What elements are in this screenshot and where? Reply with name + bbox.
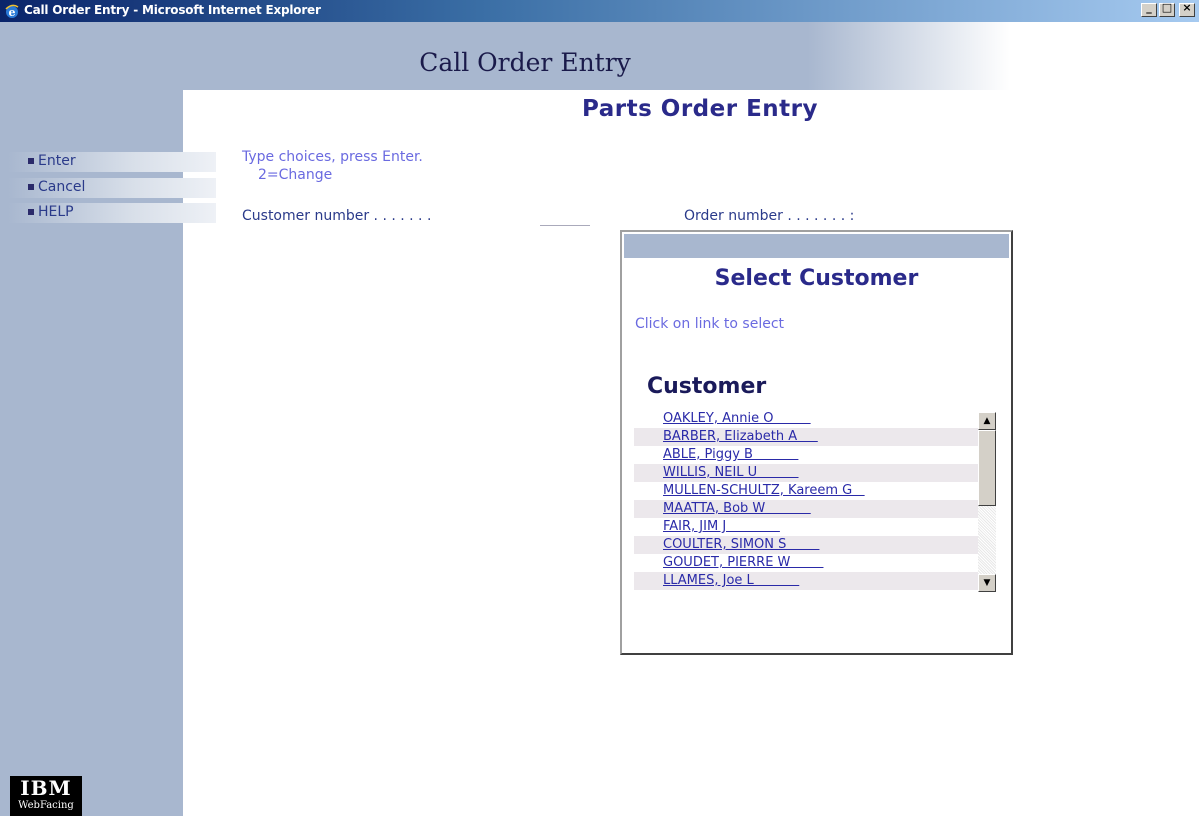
popup-title: Select Customer — [714, 266, 919, 291]
list-item: BARBER, Elizabeth A — [634, 428, 978, 446]
instruction-text: Type choices, press Enter. — [242, 149, 423, 165]
minimize-icon: _ — [1146, 1, 1152, 14]
popup-instruction: Click on link to select — [635, 316, 785, 332]
bullet-icon — [28, 209, 34, 215]
window-title-bar[interactable]: e Call Order Entry - Microsoft Internet … — [0, 0, 1199, 22]
customer-link[interactable]: OAKLEY, Annie O — [663, 411, 811, 426]
list-item: LLAMES, Joe L — [634, 572, 978, 590]
window-title: Call Order Entry - Microsoft Internet Ex… — [24, 3, 321, 17]
customer-list: OAKLEY, Annie O BARBER, Elizabeth A ABLE… — [634, 410, 978, 590]
scroll-up-button[interactable]: ▲ — [978, 412, 996, 430]
scroll-up-icon: ▲ — [983, 416, 991, 426]
logo-brand: IBM — [10, 776, 82, 800]
customer-link[interactable]: COULTER, SIMON S — [663, 537, 819, 552]
minimize-button[interactable]: _ — [1141, 1, 1157, 17]
scroll-thumb[interactable] — [978, 430, 996, 506]
select-customer-popup: Select Customer Click on link to select … — [620, 230, 1013, 655]
help-command[interactable]: HELP — [8, 203, 216, 223]
close-button[interactable]: × — [1179, 1, 1195, 17]
customer-link[interactable]: MAATTA, Bob W — [663, 501, 811, 516]
enter-command-label: Enter — [38, 153, 76, 169]
customer-link[interactable]: MULLEN-SCHULTZ, Kareem G — [663, 483, 865, 498]
sidebar — [0, 22, 183, 816]
list-item: WILLIS, NEIL U — [634, 464, 978, 482]
customer-link[interactable]: GOUDET, PIERRE W — [663, 555, 823, 570]
customer-link[interactable]: LLAMES, Joe L — [663, 573, 799, 588]
list-item: ABLE, Piggy B — [634, 446, 978, 464]
list-item: FAIR, JIM J — [634, 518, 978, 536]
customer-link[interactable]: WILLIS, NEIL U — [663, 465, 799, 480]
scroll-down-button[interactable]: ▼ — [978, 574, 996, 592]
bullet-icon — [28, 158, 34, 164]
customer-column-header: Customer — [647, 374, 767, 399]
list-scrollbar[interactable]: ▲ ▼ — [978, 412, 996, 592]
logo-product: WebFacing — [18, 800, 74, 811]
instruction-change-option: 2=Change — [258, 167, 333, 183]
cancel-command[interactable]: Cancel — [8, 178, 216, 198]
customer-link[interactable]: ABLE, Piggy B — [663, 447, 798, 462]
list-item: OAKLEY, Annie O — [634, 410, 978, 428]
scroll-down-icon: ▼ — [983, 578, 991, 588]
page-title: Parts Order Entry — [581, 96, 819, 122]
list-item: COULTER, SIMON S — [634, 536, 978, 554]
popup-title-bar[interactable] — [624, 234, 1009, 258]
app-title: Call Order Entry — [419, 48, 631, 77]
help-command-label: HELP — [38, 204, 74, 220]
customer-link[interactable]: FAIR, JIM J — [663, 519, 780, 534]
customer-number-input[interactable] — [540, 213, 590, 226]
maximize-icon: □ — [1161, 1, 1173, 14]
list-item: MAATTA, Bob W — [634, 500, 978, 518]
customer-number-label: Customer number . . . . . . . — [242, 208, 432, 224]
bullet-icon — [28, 184, 34, 190]
ibm-webfacing-logo: IBM WebFacing — [10, 776, 82, 816]
enter-command[interactable]: Enter — [8, 152, 216, 172]
list-item: GOUDET, PIERRE W — [634, 554, 978, 572]
close-icon: × — [1182, 1, 1192, 14]
internet-explorer-icon: e — [5, 4, 19, 19]
maximize-button[interactable]: □ — [1159, 1, 1175, 17]
list-item: MULLEN-SCHULTZ, Kareem G — [634, 482, 978, 500]
order-number-label: Order number . . . . . . . : — [684, 208, 855, 224]
customer-link[interactable]: BARBER, Elizabeth A — [663, 429, 818, 444]
cancel-command-label: Cancel — [38, 179, 86, 195]
svg-text:e: e — [9, 6, 16, 19]
